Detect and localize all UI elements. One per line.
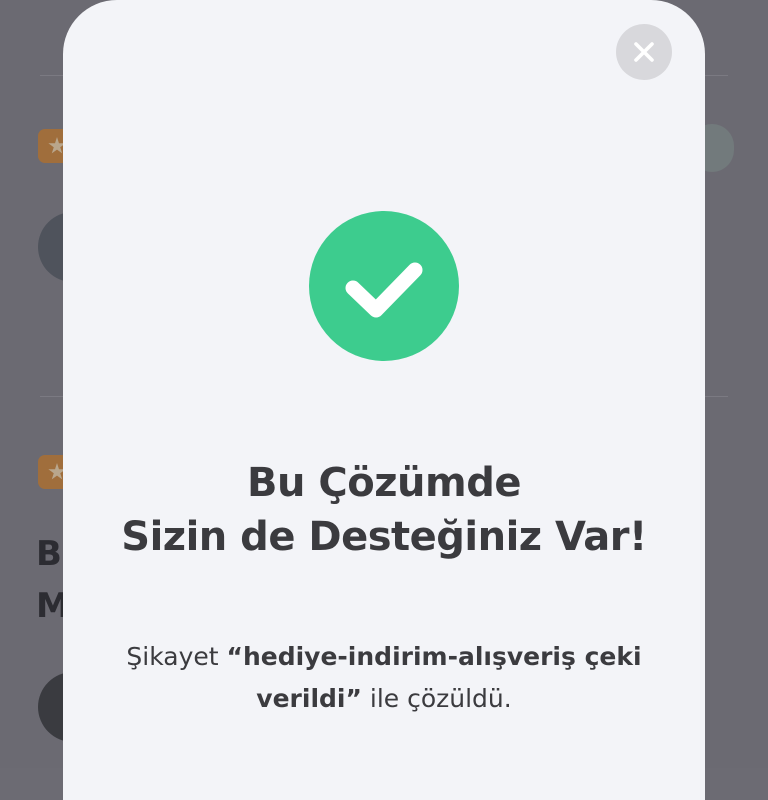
close-button[interactable] [616, 24, 672, 80]
modal-title: Bu Çözümde Sizin de Desteğiniz Var! [63, 456, 705, 564]
modal-title-line-1: Bu Çözümde [247, 460, 521, 506]
resolution-message: Şikayet “hediye-indirim-alışveriş çeki v… [93, 636, 675, 720]
complaint-title-fragment: B [36, 534, 62, 574]
success-badge [309, 211, 459, 361]
modal-title-line-2: Sizin de Desteğiniz Var! [121, 514, 647, 560]
checkmark-icon [345, 262, 423, 318]
success-modal: Bu Çözümde Sizin de Desteğiniz Var! Şika… [63, 0, 705, 800]
close-icon [634, 42, 654, 62]
message-suffix: ile çözüldü. [361, 684, 512, 713]
message-prefix: Şikayet [126, 642, 227, 671]
